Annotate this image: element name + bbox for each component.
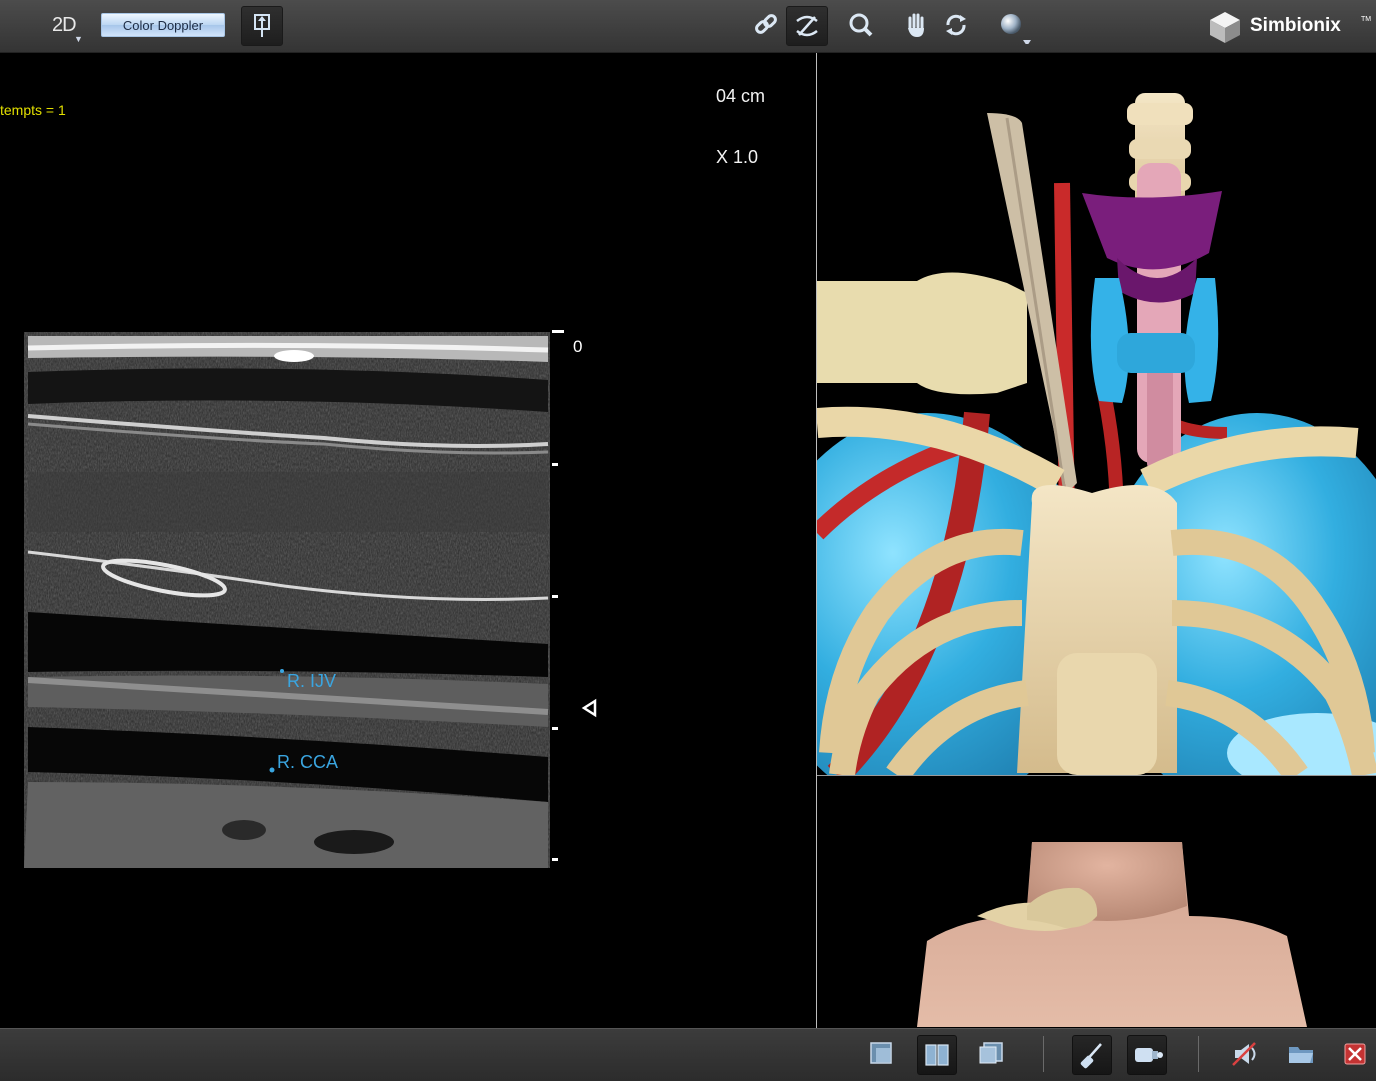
layout-split-icon — [925, 1044, 949, 1066]
close-icon — [1344, 1043, 1366, 1065]
folder-icon — [1289, 1047, 1313, 1063]
probe-tool-button[interactable] — [1127, 1035, 1167, 1075]
rotate-icon — [946, 14, 966, 36]
link-button[interactable] — [746, 6, 786, 44]
light-button[interactable] — [992, 6, 1032, 46]
light-sphere-icon — [1001, 14, 1031, 46]
bottom-toolbar — [0, 1028, 1376, 1081]
depth-scale-zero: 0 — [573, 337, 583, 356]
link-icon — [755, 14, 777, 34]
probe-tool-icon — [1135, 1048, 1163, 1062]
probe-rotate-button[interactable] — [786, 6, 828, 46]
layout-split-button[interactable] — [917, 1035, 957, 1075]
probe-marker-button[interactable] — [241, 6, 283, 46]
anatomy-3d-view[interactable] — [817, 53, 1376, 775]
ultrasound-image[interactable] — [24, 332, 550, 868]
trademark: TM — [1361, 16, 1372, 23]
patient-body-view[interactable] — [817, 776, 1376, 1027]
brand-name: Simbionix — [1250, 15, 1341, 36]
magnify-button[interactable] — [841, 6, 881, 44]
focus-marker-icon[interactable] — [580, 698, 598, 718]
depth-scale-tick — [552, 727, 558, 730]
color-doppler-button[interactable]: Color Doppler — [101, 13, 225, 37]
vessel-label-cca: R. CCA — [277, 752, 339, 772]
layout-single-button[interactable] — [862, 1035, 900, 1073]
zoom-readout: X 1.0 — [716, 147, 759, 167]
depth-readout: 04 cm — [716, 86, 766, 106]
depth-scale-tick — [552, 858, 558, 861]
layout-overlap-icon — [979, 1042, 1003, 1064]
toolbar-separator — [1043, 1036, 1044, 1072]
magnify-icon — [849, 13, 873, 37]
probe-marker-icon — [254, 14, 270, 37]
sound-button[interactable] — [1227, 1035, 1265, 1073]
pan-button[interactable] — [896, 6, 936, 44]
depth-scale-tick — [552, 330, 564, 333]
needle-tool-button[interactable] — [1072, 1035, 1112, 1075]
cube-logo-icon — [1210, 12, 1240, 43]
pan-hand-icon — [908, 13, 924, 37]
layout-single-icon — [870, 1042, 892, 1064]
sound-icon — [1232, 1042, 1256, 1066]
depth-scale-tick — [552, 595, 558, 598]
vessel-label-ijv: R. IJV — [287, 671, 337, 691]
attempts-counter: tempts = 1 — [0, 102, 66, 118]
layout-overlap-button[interactable] — [972, 1035, 1010, 1073]
mode-label: 2D — [52, 14, 77, 36]
rotate-button[interactable] — [936, 6, 976, 44]
folder-button[interactable] — [1282, 1035, 1320, 1073]
simbionix-logo: Simbionix TM — [1206, 8, 1371, 44]
close-button[interactable] — [1336, 1035, 1374, 1073]
toolbar-separator — [1198, 1036, 1199, 1072]
top-toolbar: 2D ▼ Color Doppler Simbionix TM — [0, 0, 1376, 53]
needle-tool-icon — [1080, 1043, 1102, 1069]
mode-2d-dropdown[interactable]: 2D ▼ — [52, 14, 83, 44]
probe-rotate-icon — [796, 15, 818, 37]
depth-scale-tick — [552, 463, 558, 466]
chevron-down-icon: ▼ — [74, 34, 83, 44]
